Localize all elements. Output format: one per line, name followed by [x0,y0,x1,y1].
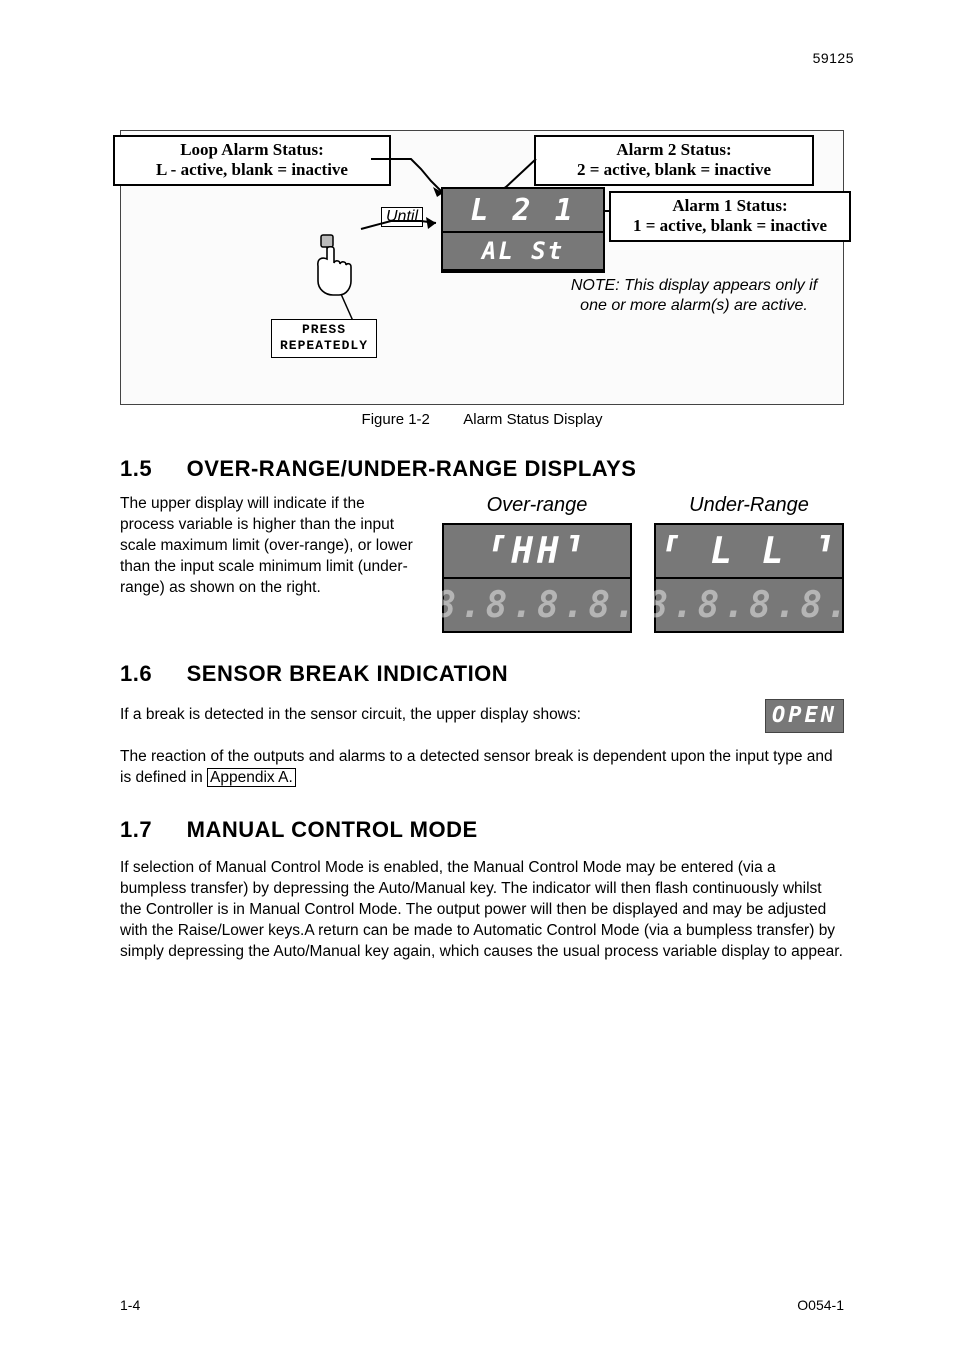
open-seg: OPEN [772,703,837,728]
section-1-5-num: 1.5 [120,456,180,482]
under-range-label: Under-Range [654,494,844,517]
header-doc-number: 59125 [813,50,854,66]
callout-alarm1: Alarm 1 Status: 1 = active, blank = inac… [609,191,851,242]
section-1-7-title: MANUAL CONTROL MODE [187,817,478,842]
callout-alarm2-title: Alarm 2 Status: [616,140,731,159]
figure-note: NOTE: This display appears only if one o… [569,276,819,316]
under-range-seg: ⸢ L L ⸣ [659,531,839,572]
over-range-dim: 8.8.8.8. [434,585,639,626]
lcd-bottom-value: AL St [482,237,564,265]
press-repeatedly-label: PRESS REPEATEDLY [271,319,377,358]
until-label: Until [381,207,423,227]
figure-number: Figure 1-2 [362,411,430,428]
callout-alarm1-sub: 1 = active, blank = inactive [619,216,841,236]
section-1-6-line2: The reaction of the outputs and alarms t… [120,747,844,789]
lcd-bottom-row: AL St [443,233,603,271]
figure-1-2: Loop Alarm Status: L - active, blank = i… [120,130,844,405]
callout-loop-alarm: Loop Alarm Status: L - active, blank = i… [113,135,391,186]
section-1-7-body: If selection of Manual Control Mode is e… [120,858,844,963]
section-1-7-heading: 1.7 MANUAL CONTROL MODE [120,817,844,843]
connector-loop [371,159,451,199]
page-footer: 1-4 O054-1 [120,1297,844,1313]
section-1-5-title: OVER-RANGE/UNDER-RANGE DISPLAYS [187,456,637,481]
section-1-6-line1-row: If a break is detected in the sensor cir… [120,699,844,733]
section-1-5-content: The upper display will indicate if the p… [120,494,844,633]
connector-hand [361,229,441,319]
callout-alarm1-title: Alarm 1 Status: [672,196,787,215]
under-range-dim: 8.8.8.8. [646,585,851,626]
footer-doc-code: O054-1 [797,1297,844,1313]
open-display: OPEN [765,699,844,733]
over-range-label: Over-range [442,494,632,517]
figure-caption: Figure 1-2 Alarm Status Display [120,411,844,428]
over-range-seg: ⸢HH⸣ [486,531,589,572]
page: 59125 Loop Alarm Status: L - active, bla… [0,0,954,1351]
over-range-column: Over-range ⸢HH⸣ 8.8.8.8. [442,494,632,633]
press-line2: REPEATEDLY [280,338,368,354]
hand-press-icon [303,233,363,303]
section-1-6-heading: 1.6 SENSOR BREAK INDICATION [120,661,844,687]
section-1-6-title: SENSOR BREAK INDICATION [187,661,509,686]
under-range-display: ⸢ L L ⸣ 8.8.8.8. [654,523,844,633]
callout-loop-alarm-title: Loop Alarm Status: [180,140,324,159]
alarm-status-display: L 2 1 AL St [441,187,605,273]
callout-loop-alarm-sub: L - active, blank = inactive [123,160,381,180]
press-line1: PRESS [280,322,368,338]
section-1-6-line1: If a break is detected in the sensor cir… [120,705,581,726]
appendix-a-link[interactable]: Appendix A. [207,768,296,787]
section-1-5-heading: 1.5 OVER-RANGE/UNDER-RANGE DISPLAYS [120,456,844,482]
section-1-5-body: The upper display will indicate if the p… [120,494,420,599]
footer-page-number: 1-4 [120,1297,140,1313]
figure-caption-text: Alarm Status Display [463,411,602,428]
section-1-6-num: 1.6 [120,661,180,687]
section-1-7-num: 1.7 [120,817,180,843]
over-range-display: ⸢HH⸣ 8.8.8.8. [442,523,632,633]
lcd-top-row: L 2 1 [443,189,603,233]
callout-alarm2-sub: 2 = active, blank = inactive [544,160,804,180]
under-range-column: Under-Range ⸢ L L ⸣ 8.8.8.8. [654,494,844,633]
lcd-top-value: L 2 1 [470,193,575,228]
callout-alarm2: Alarm 2 Status: 2 = active, blank = inac… [534,135,814,186]
